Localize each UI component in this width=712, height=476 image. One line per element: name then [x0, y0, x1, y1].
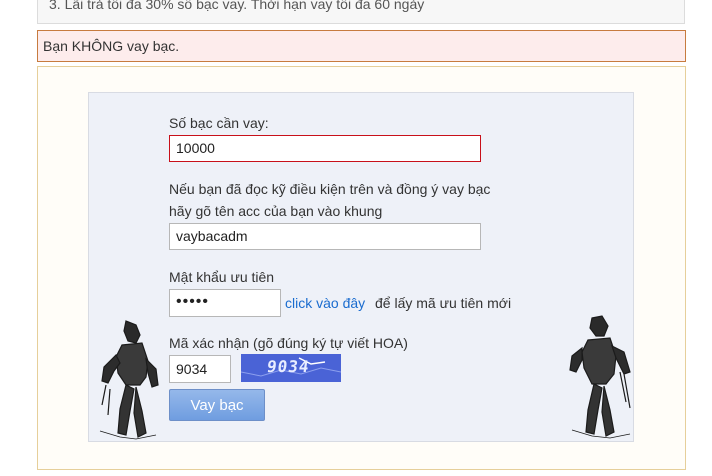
amount-input[interactable]: 10000 — [169, 135, 481, 162]
priority-password-input[interactable]: ••••• — [169, 289, 281, 317]
borrow-submit-button[interactable]: Vay bạc — [169, 389, 265, 421]
condition-item-3: 3. Lãi trả tối đa 30% số bạc vay. Thời h… — [49, 0, 425, 12]
priority-link-suffix: để lấy mã ưu tiên mới — [375, 295, 512, 311]
captcha-input[interactable]: 9034 — [169, 355, 231, 383]
warrior-left-image — [99, 320, 159, 440]
account-name-input[interactable]: vaybacadm — [169, 223, 481, 250]
captcha-label: Mã xác nhận (gõ đúng ký tự viết HOA) — [169, 335, 408, 351]
error-alert: Bạn KHÔNG vay bạc. — [37, 30, 686, 62]
captcha-image: 9034 — [241, 354, 341, 382]
amount-label: Số bạc cần vay: — [169, 115, 269, 131]
agree-text-line2: hãy gõ tên acc của bạn vào khung — [169, 203, 383, 219]
conditions-box: 3. Lãi trả tối đa 30% số bạc vay. Thời h… — [37, 0, 685, 24]
priority-password-label: Mật khẩu ưu tiên — [169, 269, 275, 285]
warrior-right-image — [569, 315, 631, 439]
captcha-text: 9034 — [265, 357, 311, 376]
agree-text-line1: Nếu bạn đã đọc kỹ điều kiện trên và đồng… — [169, 181, 491, 197]
get-priority-code-link[interactable]: click vào đây — [285, 293, 365, 313]
